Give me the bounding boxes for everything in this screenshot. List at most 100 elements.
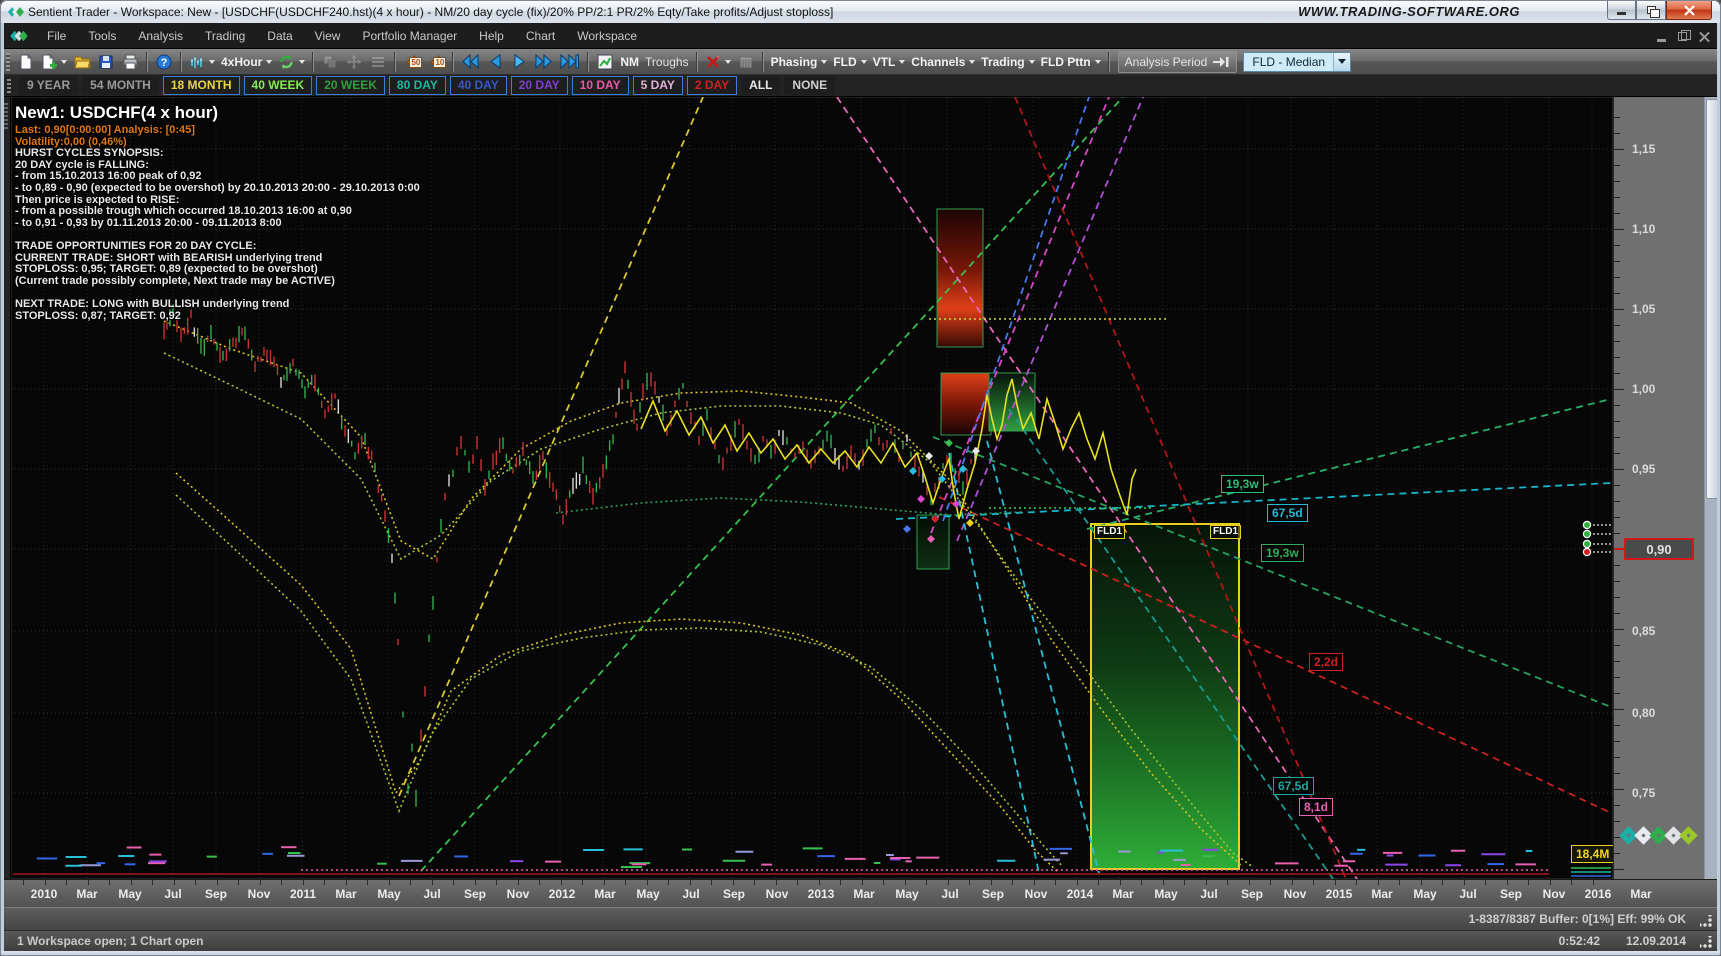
- refresh-button[interactable]: [275, 51, 308, 73]
- toolbar-group-phasing[interactable]: Phasing: [768, 51, 831, 73]
- mdi-restore-icon[interactable]: [1678, 32, 1687, 41]
- menu-item-help[interactable]: Help: [468, 23, 515, 49]
- nav-next-button[interactable]: [531, 51, 556, 73]
- time-axis-tick: [539, 880, 540, 885]
- mdi-close-icon[interactable]: [1699, 31, 1710, 42]
- back-50-button[interactable]: 50: [400, 51, 424, 73]
- svg-text:?: ?: [161, 57, 168, 69]
- refresh-dropdown-icon[interactable]: [299, 60, 305, 64]
- open-button[interactable]: [70, 51, 94, 73]
- current-price-tick: [1614, 548, 1624, 550]
- menu-item-file[interactable]: File: [36, 23, 77, 49]
- period-button-20-week[interactable]: 20 WEEK: [316, 76, 385, 95]
- troughs-button[interactable]: Troughs: [642, 51, 692, 73]
- price-axis[interactable]: 1,151,101,051,000,950,850,800,750,90: [1613, 97, 1704, 879]
- chevron-down-icon[interactable]: [1029, 60, 1035, 64]
- pan-button[interactable]: [342, 51, 366, 73]
- chevron-down-icon[interactable]: [1095, 60, 1101, 64]
- time-axis-tick: [1485, 880, 1486, 885]
- time-axis-tick: [1098, 880, 1099, 885]
- help-button[interactable]: ?: [152, 51, 176, 73]
- menu-item-analysis[interactable]: Analysis: [127, 23, 194, 49]
- menu-item-trading[interactable]: Trading: [194, 23, 256, 49]
- period-button-40-week[interactable]: 40 WEEK: [244, 76, 313, 95]
- toolbar-group-fld[interactable]: FLD: [830, 51, 869, 73]
- title-bar: Sentient Trader - Workspace: New - [USDC…: [1, 1, 1720, 23]
- chevron-down-icon[interactable]: [969, 60, 975, 64]
- application-window: Sentient Trader - Workspace: New - [USDC…: [0, 0, 1721, 956]
- menu-item-workspace[interactable]: Workspace: [566, 23, 648, 49]
- nav-play-button[interactable]: [507, 51, 531, 73]
- toolbar-group-vtl[interactable]: VTL: [870, 51, 909, 73]
- price-axis-tick: [1614, 837, 1620, 838]
- period-button-80-day[interactable]: 80 DAY: [389, 76, 446, 95]
- period-button-18-month[interactable]: 18 MONTH: [163, 76, 240, 95]
- period-bar-grip[interactable]: [7, 79, 11, 93]
- toolbar-group-fld-pttn[interactable]: FLD Pttn: [1038, 51, 1104, 73]
- nav-prev-button[interactable]: [483, 51, 507, 73]
- time-axis[interactable]: 2010MarMayJulSepNov2011MarMayJulSepNov20…: [1, 879, 1720, 907]
- time-axis-tick: [711, 880, 712, 885]
- chevron-down-icon[interactable]: [899, 60, 905, 64]
- close-button[interactable]: [1666, 1, 1712, 20]
- new-file-icon: [18, 54, 34, 70]
- menu-item-view[interactable]: View: [304, 23, 352, 49]
- period-button-10-day[interactable]: 10 DAY: [572, 76, 629, 95]
- period-button-none[interactable]: NONE: [784, 76, 835, 95]
- save-button[interactable]: [94, 51, 118, 73]
- fld-median-combo[interactable]: FLD - Median: [1243, 52, 1351, 72]
- period-button-5-day[interactable]: 5 DAY: [633, 76, 683, 95]
- analysis-chart-button[interactable]: [593, 51, 617, 73]
- resize-grip-icon[interactable]: [1700, 915, 1712, 927]
- toolbar-group-trading[interactable]: Trading: [978, 51, 1037, 73]
- nav-last-button[interactable]: [556, 51, 583, 73]
- price-axis-label: 1,15: [1632, 142, 1655, 156]
- chevron-down-icon[interactable]: [861, 60, 867, 64]
- synopsis-line: (Current trade possibly complete, Next t…: [15, 276, 420, 288]
- nav-first-button[interactable]: [458, 51, 483, 73]
- menu-item-portfolio-manager[interactable]: Portfolio Manager: [351, 23, 468, 49]
- back-10-button[interactable]: 10: [424, 51, 448, 73]
- time-axis-month-label: Sep: [982, 887, 1004, 901]
- mdi-minimize-icon[interactable]: [1657, 39, 1666, 42]
- calendar-button[interactable]: [734, 51, 758, 73]
- period-button-all[interactable]: ALL: [741, 76, 780, 95]
- period-button-20-day[interactable]: 20 DAY: [511, 76, 568, 95]
- open-folder-icon: [74, 54, 91, 70]
- menu-item-tools[interactable]: Tools: [77, 23, 127, 49]
- tile-windows-button[interactable]: [318, 51, 342, 73]
- print-button[interactable]: [118, 51, 142, 73]
- period-button-54-month[interactable]: 54 MONTH: [82, 76, 159, 95]
- minimize-button[interactable]: [1607, 1, 1636, 20]
- price-axis-tick: [1614, 869, 1624, 870]
- nm-label[interactable]: NM: [617, 51, 642, 73]
- new-chart-button[interactable]: [38, 51, 70, 73]
- list-button[interactable]: [366, 51, 390, 73]
- delete-analysis-button[interactable]: [702, 51, 734, 73]
- restore-button[interactable]: [1636, 1, 1666, 20]
- menu-item-chart[interactable]: Chart: [515, 23, 566, 49]
- period-button-9-year[interactable]: 9 YEAR: [19, 76, 78, 95]
- menu-item-data[interactable]: Data: [256, 23, 303, 49]
- period-button-2-day[interactable]: 2 DAY: [687, 76, 737, 95]
- timeframe-dropdown-icon[interactable]: [266, 60, 272, 64]
- chevron-down-icon[interactable]: [821, 60, 827, 64]
- price-bars-dropdown-icon[interactable]: [209, 60, 215, 64]
- price-bars-button[interactable]: [186, 51, 218, 73]
- toolbar-grip[interactable]: [6, 53, 10, 71]
- timeframe-select[interactable]: 4xHour: [218, 51, 275, 73]
- time-axis-year-label: 2014: [1067, 887, 1094, 901]
- analysis-period-button[interactable]: Analysis Period: [1118, 51, 1238, 73]
- new-file-button[interactable]: [14, 51, 38, 73]
- new-chart-dropdown-icon[interactable]: [61, 60, 67, 64]
- time-axis-month-label: Sep: [1500, 887, 1522, 901]
- time-axis-month-label: Nov: [766, 887, 789, 901]
- resize-grip-icon[interactable]: [1700, 936, 1712, 948]
- time-axis-tick: [647, 880, 648, 885]
- time-axis-month-label: May: [377, 887, 400, 901]
- delete-dropdown-icon[interactable]: [725, 60, 731, 64]
- price-axis-tick: [1614, 373, 1620, 374]
- fld-median-dropdown-button[interactable]: [1333, 53, 1350, 71]
- toolbar-group-channels[interactable]: Channels: [908, 51, 978, 73]
- period-button-40-day[interactable]: 40 DAY: [450, 76, 507, 95]
